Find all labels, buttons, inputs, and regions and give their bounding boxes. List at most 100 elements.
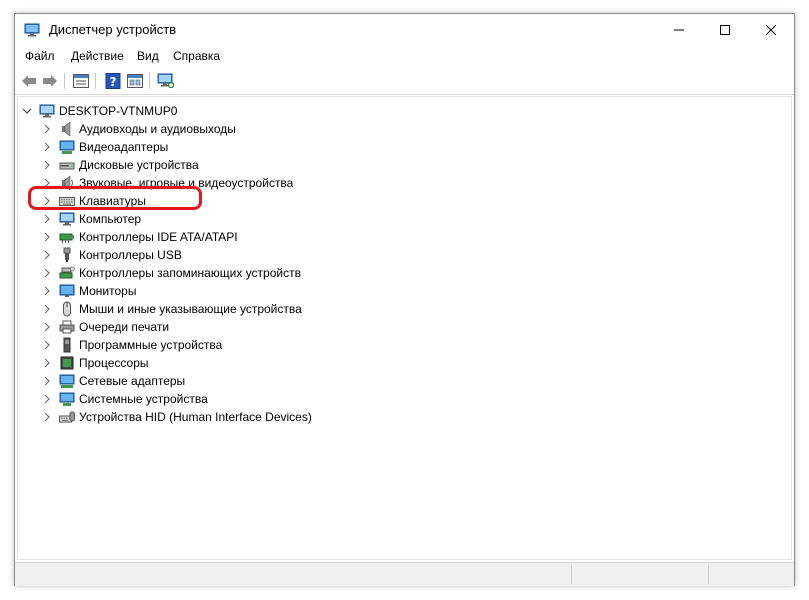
forward-button[interactable]	[40, 71, 60, 91]
properties-button[interactable]	[71, 71, 91, 91]
tree-item-mice[interactable]: Мыши и иные указывающие устройства	[42, 300, 302, 318]
monitor-icon	[59, 283, 75, 299]
tree-item-software-devices[interactable]: Программные устройства	[42, 336, 222, 354]
system-device-icon	[59, 391, 75, 407]
tree-item-label: Контроллеры IDE ATA/ATAPI	[79, 230, 238, 244]
tree-item-usb-controllers[interactable]: Контроллеры USB	[42, 246, 182, 264]
tree-item-processors[interactable]: Процессоры	[42, 354, 149, 372]
device-tree[interactable]: DESKTOP-VTNMUP0 Аудиовходы и аудиовыходы…	[17, 96, 792, 560]
chevron-right-icon[interactable]	[42, 282, 52, 300]
menu-view[interactable]: Вид	[137, 49, 159, 63]
chevron-right-icon[interactable]	[42, 300, 52, 318]
speaker-icon	[59, 121, 75, 137]
chevron-right-icon[interactable]	[42, 246, 52, 264]
scan-hardware-button[interactable]	[156, 71, 176, 91]
close-button[interactable]	[748, 14, 794, 46]
tree-item-disk-drives[interactable]: Дисковые устройства	[42, 156, 199, 174]
tree-item-ide-controllers[interactable]: Контроллеры IDE ATA/ATAPI	[42, 228, 238, 246]
ide-controller-icon	[59, 229, 75, 245]
chevron-right-icon[interactable]	[42, 228, 52, 246]
close-icon	[766, 25, 776, 35]
tree-root-label: DESKTOP-VTNMUP0	[59, 104, 178, 118]
chevron-right-icon[interactable]	[42, 210, 52, 228]
chevron-right-icon[interactable]	[42, 138, 52, 156]
svg-text:?: ?	[110, 75, 117, 89]
chevron-right-icon[interactable]	[42, 264, 52, 282]
tree-item-print-queues[interactable]: Очереди печати	[42, 318, 169, 336]
status-bar-divider	[571, 565, 572, 584]
view-icon	[127, 74, 143, 88]
chevron-right-icon[interactable]	[42, 156, 52, 174]
tree-item-label: Видеоадаптеры	[79, 140, 169, 154]
help-button[interactable]: ?	[103, 71, 123, 91]
computer-icon	[39, 103, 55, 119]
menu-bar: Файл Действие Вид Справка	[15, 46, 794, 68]
help-icon: ?	[105, 73, 121, 89]
menu-help[interactable]: Справка	[173, 49, 220, 63]
chevron-right-icon[interactable]	[42, 336, 52, 354]
display-adapter-icon	[59, 139, 75, 155]
tree-item-label: Процессоры	[79, 356, 149, 370]
processor-icon	[59, 355, 75, 371]
tree-item-label: Компьютер	[79, 212, 142, 226]
tree-item-label: Дисковые устройства	[79, 158, 199, 172]
tree-item-storage-controllers[interactable]: Контроллеры запоминающих устройств	[42, 264, 301, 282]
toolbar: ?	[15, 68, 794, 95]
storage-controller-icon	[59, 265, 75, 281]
software-device-icon	[59, 337, 75, 353]
tree-item-audio-io[interactable]: Аудиовходы и аудиовыходы	[42, 120, 236, 138]
status-bar	[15, 562, 794, 586]
tree-item-label: Сетевые адаптеры	[79, 374, 186, 388]
tree-item-label: Мыши и иные указывающие устройства	[79, 302, 302, 316]
tree-item-computer[interactable]: Компьютер	[42, 210, 141, 228]
tree-root-node[interactable]: DESKTOP-VTNMUP0	[22, 102, 177, 120]
chevron-right-icon[interactable]	[42, 390, 52, 408]
chevron-right-icon[interactable]	[42, 372, 52, 390]
tree-item-display-adapters[interactable]: Видеоадаптеры	[42, 138, 168, 156]
properties-icon	[73, 74, 89, 88]
forward-arrow-icon	[43, 75, 57, 87]
tree-item-system-devices[interactable]: Системные устройства	[42, 390, 208, 408]
keyboards-highlight-annotation	[28, 186, 202, 210]
network-adapter-icon	[59, 373, 75, 389]
tree-item-label: Контроллеры USB	[79, 248, 182, 262]
tree-item-label: Мониторы	[79, 284, 137, 298]
toolbar-separator	[95, 73, 96, 89]
tree-item-network-adapters[interactable]: Сетевые адаптеры	[42, 372, 185, 390]
tree-item-label: Контроллеры запоминающих устройств	[79, 266, 301, 280]
menu-file[interactable]: Файл	[25, 49, 55, 63]
back-arrow-icon	[22, 75, 36, 87]
tree-item-label: Системные устройства	[79, 392, 208, 406]
tree-item-label: Аудиовходы и аудиовыходы	[79, 122, 236, 136]
tree-item-hid-devices[interactable]: Устройства HID (Human Interface Devices)	[42, 408, 312, 426]
minimize-button[interactable]	[656, 14, 702, 46]
tree-item-label: Устройства HID (Human Interface Devices)	[79, 410, 312, 424]
device-manager-app-icon	[24, 22, 40, 38]
back-button[interactable]	[19, 71, 39, 91]
minimize-icon	[674, 29, 684, 31]
scan-hardware-icon	[157, 73, 175, 89]
toolbar-separator	[64, 73, 65, 89]
menu-action[interactable]: Действие	[71, 49, 124, 63]
toolbar-separator	[149, 73, 150, 89]
chevron-right-icon[interactable]	[42, 120, 52, 138]
view-button[interactable]	[125, 71, 145, 91]
chevron-right-icon[interactable]	[42, 354, 52, 372]
device-manager-window: Диспетчер устройств Файл Действие Вид Сп…	[14, 13, 795, 586]
maximize-icon	[720, 25, 730, 35]
hid-icon	[59, 409, 75, 425]
chevron-right-icon[interactable]	[42, 408, 52, 426]
window-title: Диспетчер устройств	[49, 22, 177, 37]
tree-item-monitors[interactable]: Мониторы	[42, 282, 136, 300]
tree-item-label: Очереди печати	[79, 320, 170, 334]
tree-item-label: Программные устройства	[79, 338, 223, 352]
printer-icon	[59, 319, 75, 335]
mouse-icon	[59, 301, 75, 317]
maximize-button[interactable]	[702, 14, 748, 46]
chevron-right-icon[interactable]	[42, 318, 52, 336]
disk-drive-icon	[59, 157, 75, 173]
title-bar[interactable]: Диспетчер устройств	[15, 14, 794, 46]
chevron-down-icon[interactable]	[22, 102, 32, 120]
status-bar-divider	[708, 565, 709, 584]
computer-icon	[59, 211, 75, 227]
